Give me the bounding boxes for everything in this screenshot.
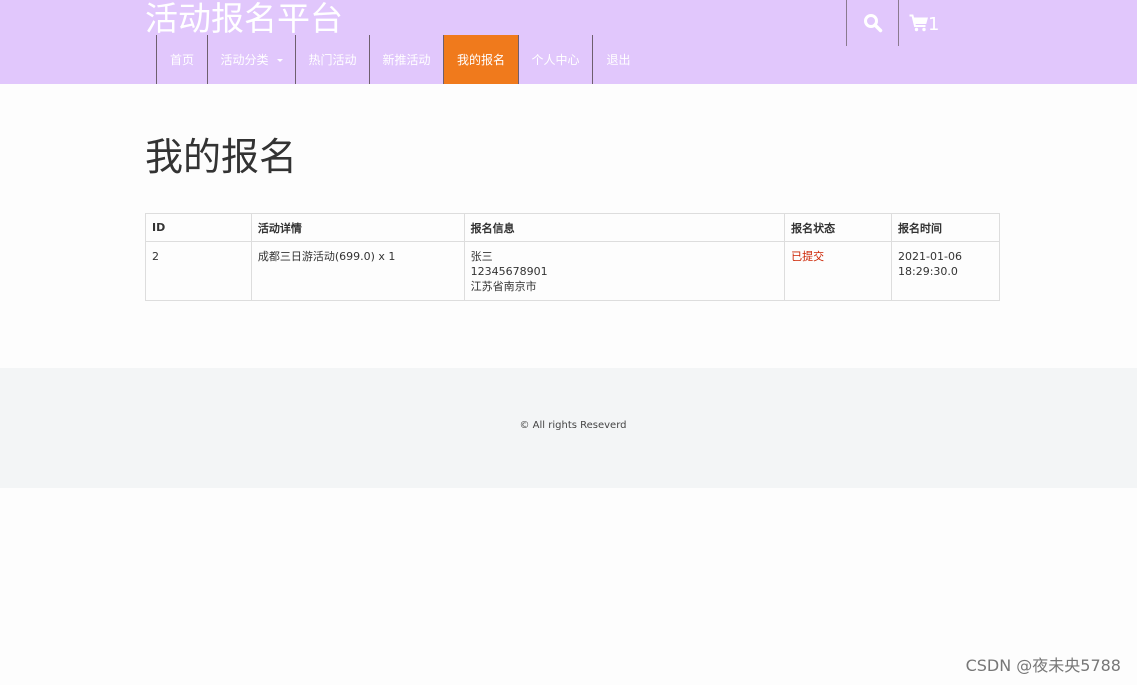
table-header-row: ID 活动详情 报名信息 报名状态 报名时间 xyxy=(145,213,1000,242)
page-title: 我的报名 xyxy=(145,135,298,179)
header-bar: 活动报名平台 1 首页 活动分类 热门活动 新推活动 我的报名 个人中心 退出 xyxy=(0,0,1137,84)
info-name: 张三 xyxy=(470,250,493,263)
signup-table: ID 活动详情 报名信息 报名状态 报名时间 2 成都三日游活动(699.0) … xyxy=(145,213,1000,301)
time-clock: 18:29:30.0 xyxy=(898,265,958,278)
nav-logout[interactable]: 退出 xyxy=(592,35,644,84)
col-header-info: 报名信息 xyxy=(463,213,786,242)
cell-detail: 成都三日游活动(699.0) x 1 xyxy=(250,241,465,301)
main-nav: 首页 活动分类 热门活动 新推活动 我的报名 个人中心 退出 xyxy=(156,35,644,84)
cart-icon xyxy=(909,14,928,32)
search-icon xyxy=(863,14,882,33)
cart-count: 1 xyxy=(928,14,940,35)
nav-home[interactable]: 首页 xyxy=(156,35,207,84)
header-tools: 1 xyxy=(846,0,944,46)
col-header-id: ID xyxy=(145,213,252,242)
col-header-status: 报名状态 xyxy=(784,213,893,242)
time-date: 2021-01-06 xyxy=(898,250,962,263)
nav-hot[interactable]: 热门活动 xyxy=(295,35,369,84)
footer: © All rights Reseverd xyxy=(0,368,1137,488)
cell-time: 2021-01-06 18:29:30.0 xyxy=(891,241,1000,301)
copyright-text: © All rights Reseverd xyxy=(519,420,627,431)
col-header-detail: 活动详情 xyxy=(250,213,465,242)
cell-status: 已提交 xyxy=(784,241,893,301)
nav-category[interactable]: 活动分类 xyxy=(207,35,295,84)
table-row: 2 成都三日游活动(699.0) x 1 张三 12345678901 江苏省南… xyxy=(145,241,1000,301)
status-badge: 已提交 xyxy=(791,250,825,263)
caret-down-icon xyxy=(276,58,283,62)
watermark: CSDN @夜未央5788 xyxy=(965,656,1121,675)
col-header-time: 报名时间 xyxy=(891,213,1000,242)
cell-id: 2 xyxy=(145,241,252,301)
cart-button[interactable]: 1 xyxy=(898,0,944,46)
info-address: 江苏省南京市 xyxy=(470,280,537,293)
nav-new[interactable]: 新推活动 xyxy=(369,35,443,84)
nav-profile[interactable]: 个人中心 xyxy=(518,35,592,84)
site-title[interactable]: 活动报名平台 xyxy=(145,0,343,38)
search-button[interactable] xyxy=(846,0,898,46)
info-phone: 12345678901 xyxy=(470,265,548,278)
cell-info: 张三 12345678901 江苏省南京市 xyxy=(463,241,786,301)
nav-my-signups[interactable]: 我的报名 xyxy=(443,35,518,84)
